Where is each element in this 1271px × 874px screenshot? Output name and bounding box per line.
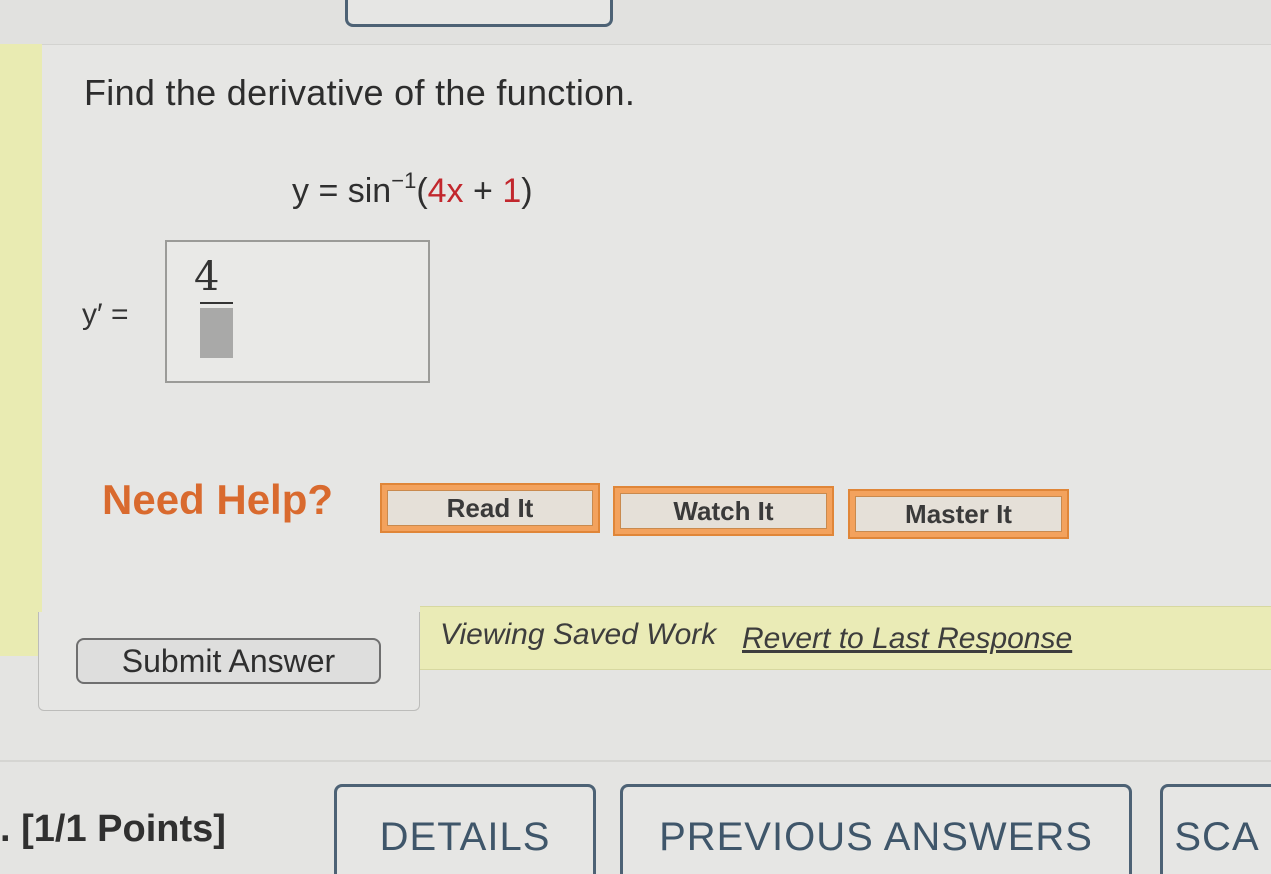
watch-it-label: Watch It	[620, 493, 827, 529]
fraction-numerator[interactable]: 4	[194, 254, 219, 300]
answer-label: y′ =	[82, 298, 129, 331]
tab-sca[interactable]: SCA	[1160, 784, 1271, 874]
equation-plus: +	[463, 172, 503, 210]
fraction-denominator-input[interactable]	[200, 308, 233, 358]
equation-term-4x: 4x	[427, 172, 464, 210]
equation-term-1: 1	[502, 172, 522, 210]
tab-previous-answers[interactable]: PREVIOUS ANSWERS	[620, 784, 1132, 874]
top-band	[0, 0, 1271, 44]
master-it-label: Master It	[855, 496, 1062, 532]
top-tab[interactable]	[345, 0, 613, 27]
revert-to-last-response-link[interactable]: Revert to Last Response	[742, 622, 1072, 656]
equation-open-paren: (	[416, 172, 428, 210]
tab-details[interactable]: DETAILS	[334, 784, 596, 874]
equation-exponent: −1	[391, 168, 417, 193]
need-help-heading: Need Help?	[102, 476, 334, 523]
points-label: . [1/1 Points]	[0, 808, 226, 850]
master-it-button[interactable]: Master It	[848, 489, 1069, 539]
fraction-bar	[200, 302, 233, 304]
equation-lhs: y = sin	[292, 172, 392, 210]
submit-answer-button[interactable]: Submit Answer	[76, 638, 381, 684]
question-prompt: Find the derivative of the function.	[84, 72, 636, 113]
read-it-label: Read It	[387, 490, 593, 526]
read-it-button[interactable]: Read It	[380, 483, 600, 533]
watch-it-button[interactable]: Watch It	[613, 486, 834, 536]
function-equation: y = sin−1(4x + 1)	[292, 168, 533, 211]
viewing-saved-work-text: Viewing Saved Work	[440, 618, 717, 651]
section-divider	[0, 760, 1271, 762]
equation-close-paren: )	[521, 172, 533, 210]
left-accent-strip	[0, 44, 42, 656]
